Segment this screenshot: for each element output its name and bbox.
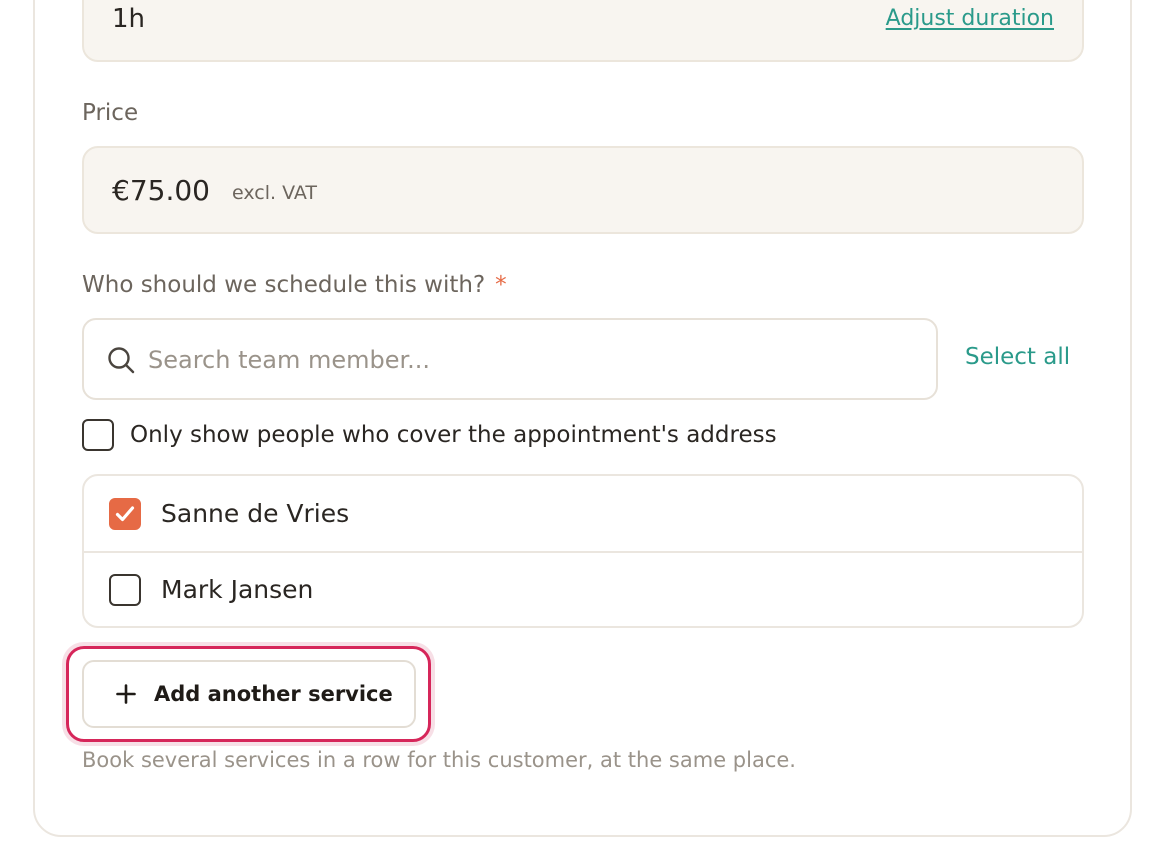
price-field[interactable]: €75.00 excl. VAT [82, 146, 1084, 234]
add-another-service-button[interactable]: Add another service [82, 660, 416, 728]
team-member-name: Sanne de Vries [161, 498, 350, 528]
address-filter-option[interactable]: Only show people who cover the appointme… [82, 418, 777, 452]
plus-icon [116, 684, 136, 704]
address-filter-checkbox[interactable] [82, 419, 114, 451]
team-member-name: Mark Jansen [161, 574, 314, 604]
price-label: Price [82, 100, 139, 126]
add-another-service-label: Add another service [154, 682, 393, 706]
add-service-helper-text: Book several services in a row for this … [82, 748, 796, 772]
team-member-row[interactable]: Mark Jansen [84, 552, 1082, 627]
team-member-checkbox[interactable] [109, 573, 141, 606]
schedule-with-label: Who should we schedule this with? * [82, 271, 507, 299]
team-search-input[interactable] [148, 338, 908, 382]
team-member-row[interactable]: Sanne de Vries [84, 476, 1082, 551]
team-member-list: Sanne de Vries Mark Jansen [82, 474, 1084, 628]
required-marker: * [495, 272, 507, 298]
adjust-duration-link[interactable]: Adjust duration [886, 6, 1054, 32]
team-member-checkbox[interactable] [109, 497, 141, 530]
checkmark-icon [115, 505, 135, 521]
search-icon [108, 347, 135, 374]
price-value: €75.00 [112, 174, 210, 207]
price-vat-suffix: excl. VAT [232, 182, 317, 204]
duration-value: 1h [112, 4, 146, 34]
address-filter-label: Only show people who cover the appointme… [130, 422, 777, 448]
schedule-with-text: Who should we schedule this with? [82, 272, 486, 298]
select-all-link[interactable]: Select all [965, 343, 1070, 371]
team-search-box [82, 318, 938, 400]
duration-field: 1h Adjust duration [82, 0, 1084, 62]
